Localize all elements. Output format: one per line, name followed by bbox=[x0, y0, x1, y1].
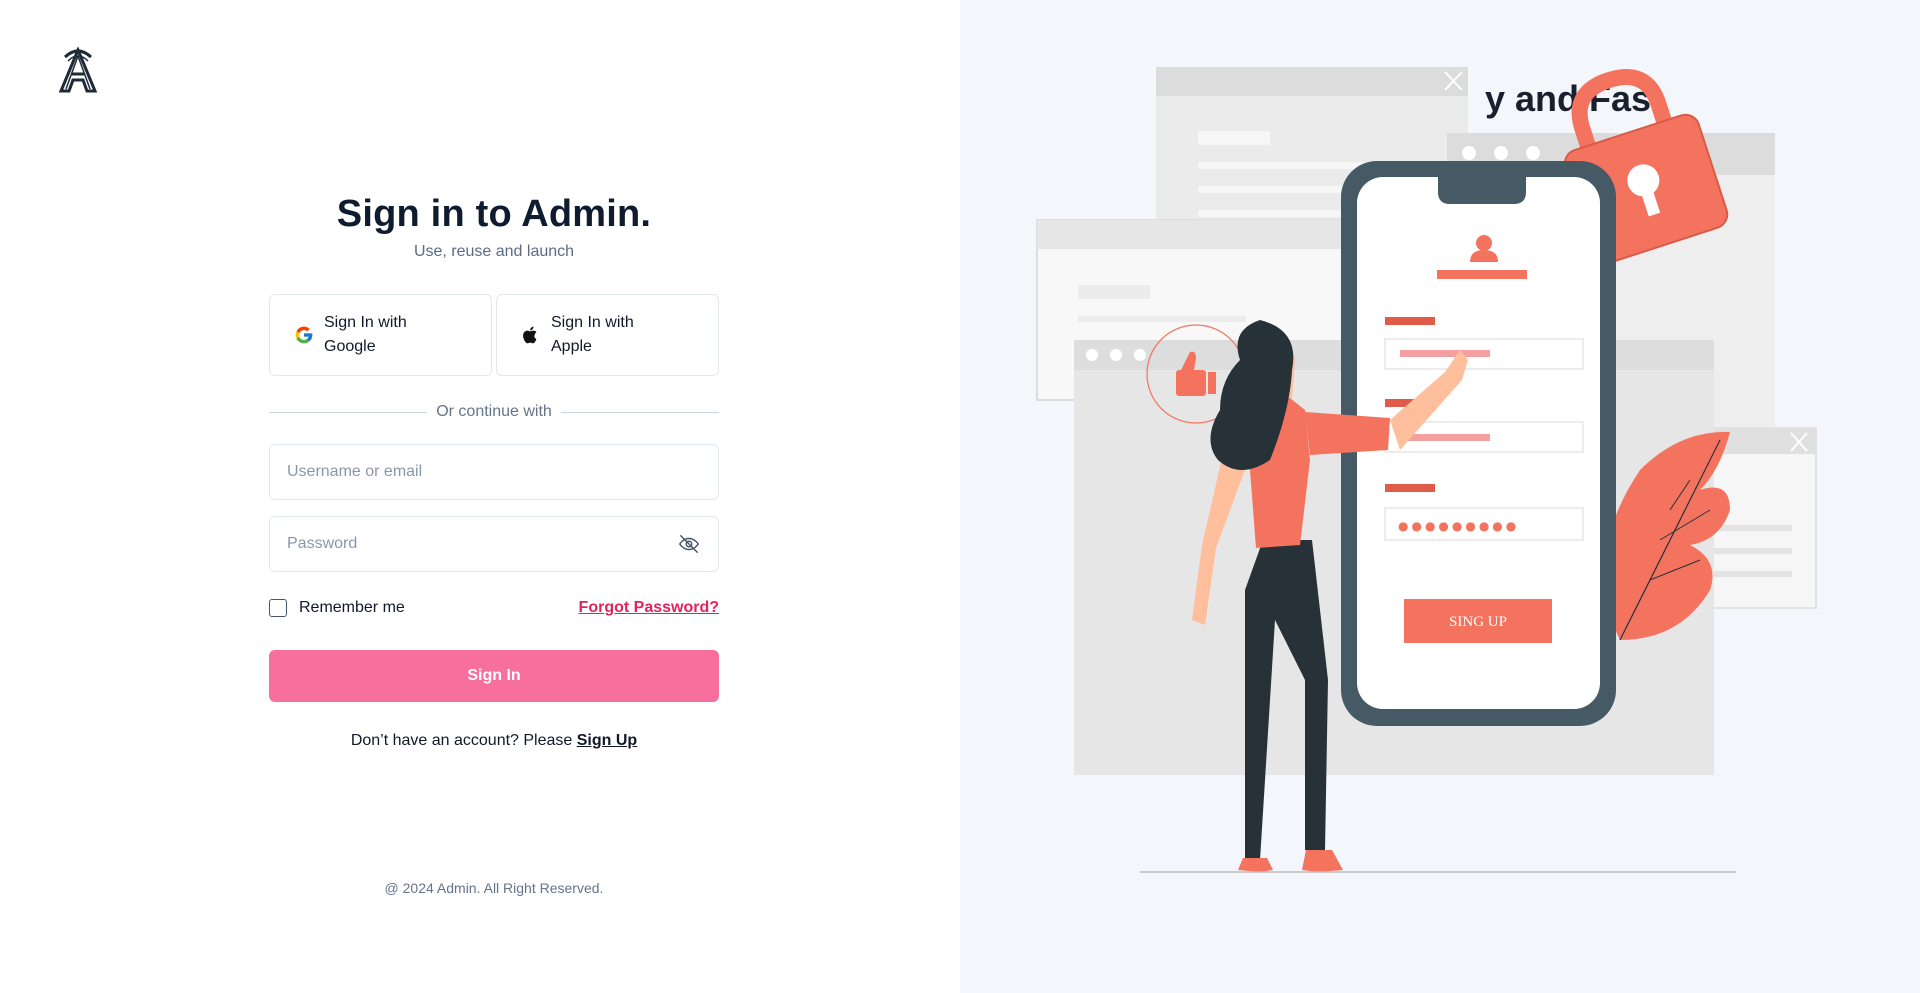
illustration-panel: y and Fast ●●●●●●●●● SING UP bbox=[960, 0, 1920, 993]
eye-off-icon[interactable] bbox=[677, 532, 701, 556]
illustration-password-dots: ●●●●●●●●● bbox=[1398, 519, 1519, 533]
apple-icon bbox=[521, 324, 541, 346]
copyright-text: @ 2024 Admin. All Right Reserved. bbox=[384, 880, 604, 896]
apple-signin-label: Sign In with Apple bbox=[551, 314, 634, 355]
google-signin-button[interactable]: Sign In with Google bbox=[269, 294, 492, 376]
signup-prompt-row: Don’t have an account? Please Sign Up bbox=[269, 732, 719, 750]
illustration-signup-button-label: SING UP bbox=[1449, 614, 1507, 630]
password-field[interactable] bbox=[269, 516, 719, 572]
brand-logo[interactable] bbox=[57, 46, 99, 95]
logo-icon bbox=[58, 46, 98, 93]
signup-prompt-text: Don’t have an account? Please bbox=[350, 732, 577, 749]
divider-line-left bbox=[269, 411, 428, 413]
remember-label: Remember me bbox=[299, 599, 405, 616]
remember-checkbox[interactable] bbox=[269, 599, 287, 617]
options-row: Remember me Forgot Password? bbox=[269, 596, 719, 620]
password-input[interactable] bbox=[287, 535, 677, 553]
social-login-row: Sign In with Google Sign In with Apple bbox=[269, 294, 719, 376]
page-subtitle: Use, reuse and launch bbox=[413, 243, 575, 260]
login-form: Sign in to Admin. Use, reuse and launch … bbox=[269, 190, 720, 750]
footer: @ 2024 Admin. All Right Reserved. bbox=[0, 880, 988, 896]
login-panel: Sign in to Admin. Use, reuse and launch … bbox=[0, 0, 960, 993]
username-field[interactable] bbox=[269, 444, 719, 500]
forgot-password-link[interactable]: Forgot Password? bbox=[579, 599, 719, 617]
divider-text: Or continue with bbox=[436, 403, 552, 420]
username-input[interactable] bbox=[287, 463, 701, 481]
login-illustration: ●●●●●●●●● SING UP bbox=[1036, 67, 1817, 873]
sign-in-button[interactable]: Sign In bbox=[269, 650, 719, 702]
google-icon bbox=[294, 324, 314, 346]
apple-signin-button[interactable]: Sign In with Apple bbox=[496, 294, 719, 376]
page-title: Sign in to Admin. bbox=[336, 193, 652, 235]
google-signin-label: Sign In with Google bbox=[324, 314, 407, 355]
remember-me[interactable]: Remember me bbox=[269, 599, 405, 617]
sign-up-link[interactable]: Sign Up bbox=[577, 732, 637, 749]
or-divider: Or continue with bbox=[269, 402, 720, 422]
divider-line-right bbox=[560, 411, 720, 413]
